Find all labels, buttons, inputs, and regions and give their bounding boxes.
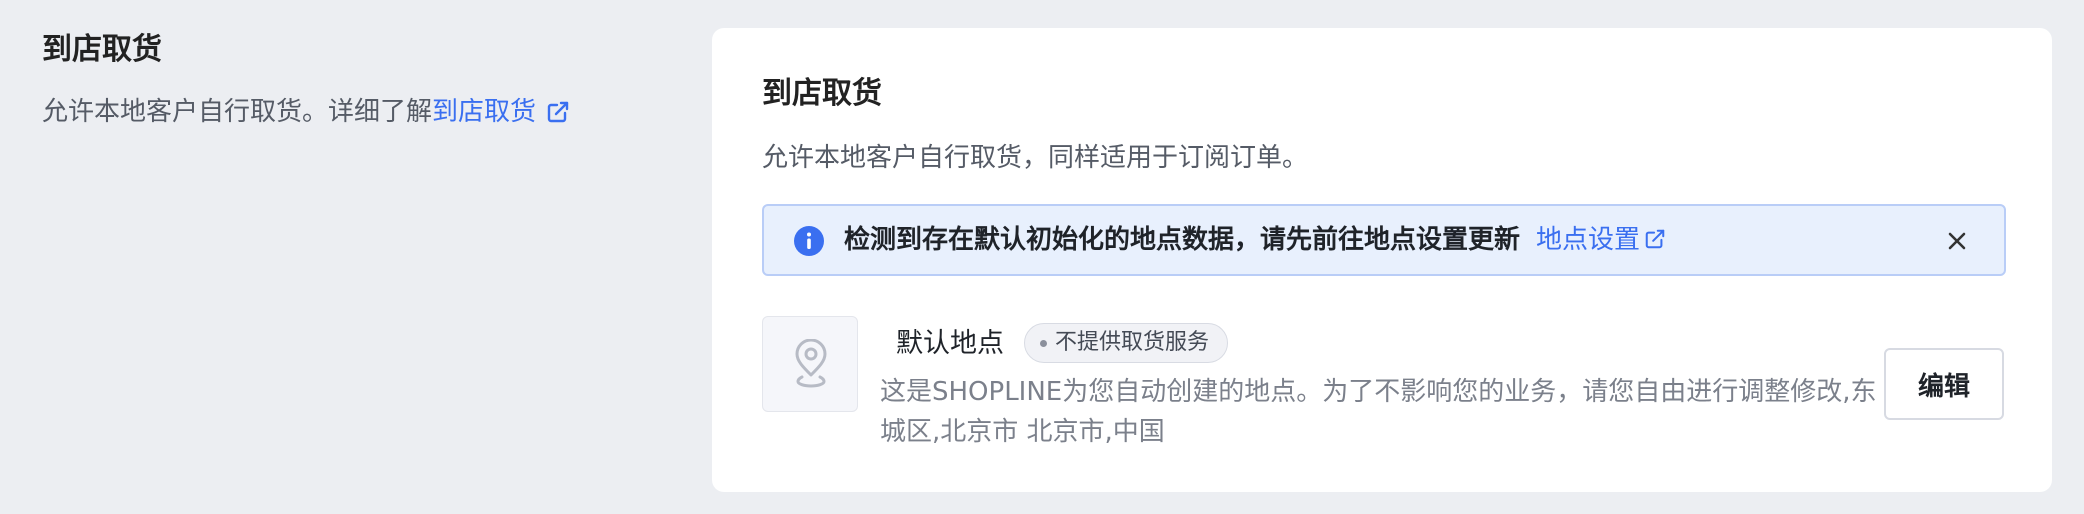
- external-link-icon: [547, 101, 569, 123]
- section-description: 允许本地客户自行取货。详细了解到店取货: [42, 92, 662, 132]
- location-thumbnail: [762, 316, 858, 412]
- location-pin-icon: [795, 339, 827, 388]
- status-dot: [1040, 340, 1047, 347]
- pickup-card: 到店取货 允许本地客户自行取货，同样适用于订阅订单。 检测到存在默认初始化的地点…: [712, 28, 2052, 492]
- status-badge: 不提供取货服务: [1024, 323, 1229, 363]
- info-alert: 检测到存在默认初始化的地点数据，请先前往地点设置更新 地点设置: [762, 204, 2006, 276]
- learn-more-link[interactable]: 到店取货: [432, 97, 570, 127]
- section-title: 到店取货: [42, 32, 162, 67]
- alert-message: 检测到存在默认初始化的地点数据，请先前往地点设置更新 地点设置: [844, 220, 1666, 260]
- location-description: 这是SHOPLINE为您自动创建的地点。为了不影响您的业务，请您自由进行调整修改…: [880, 377, 1877, 447]
- close-icon[interactable]: [1944, 228, 1970, 254]
- location-settings-link[interactable]: 地点设置: [1536, 225, 1666, 255]
- section-intro: 到店取货 允许本地客户自行取货。详细了解到店取货: [42, 28, 662, 132]
- card-description: 允许本地客户自行取货，同样适用于订阅订单。: [762, 143, 1309, 173]
- external-link-icon: [1645, 229, 1665, 249]
- card-title: 到店取货: [762, 76, 882, 111]
- alert-message-text: 检测到存在默认初始化的地点数据，请先前往地点设置更新: [844, 225, 1521, 255]
- location-name: 默认地点: [896, 328, 1004, 359]
- edit-button[interactable]: 编辑: [1884, 348, 2004, 420]
- learn-more-link-text: 到店取货: [432, 97, 537, 127]
- info-icon: [794, 226, 824, 256]
- status-badge-text: 不提供取货服务: [1055, 330, 1210, 355]
- section-description-text: 允许本地客户自行取货。详细了解: [42, 97, 433, 127]
- location-settings-link-text: 地点设置: [1536, 225, 1641, 255]
